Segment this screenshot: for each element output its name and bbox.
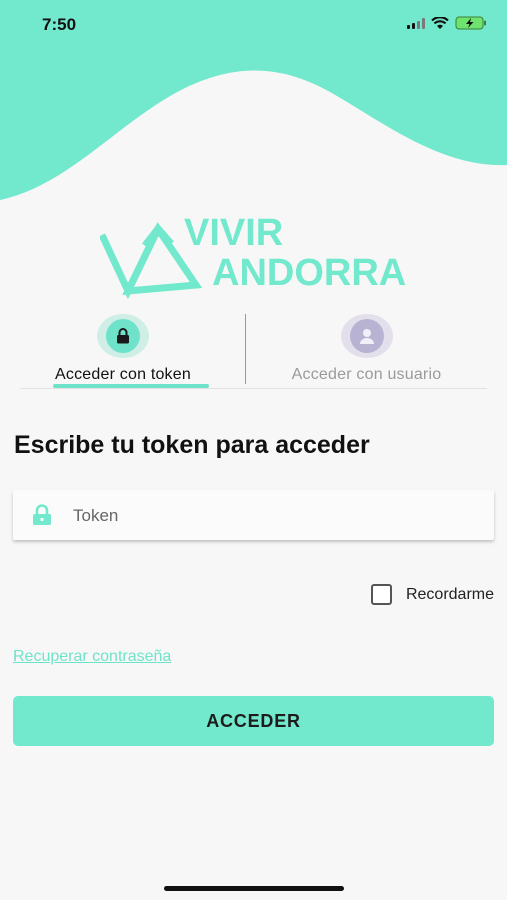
recover-password-link[interactable]: Recuperar contraseña [13,648,171,666]
svg-text:ANDORRA: ANDORRA [212,252,406,294]
tab-user-login[interactable]: Acceder con usuario [246,314,487,390]
token-input[interactable] [71,490,475,542]
tab-token-login[interactable]: Acceder con token [20,314,226,390]
remember-label: Recordarme [405,585,494,603]
user-tab-icon-badge [340,314,393,358]
tab-token-label: Acceder con token [55,366,191,383]
svg-text:VIVIR: VIVIR [184,212,283,254]
cellular-signal-icon [407,17,425,29]
tab-user-label: Acceder con usuario [291,366,442,383]
home-indicator[interactable] [164,886,344,891]
lock-icon [117,328,129,344]
status-bar: 7:50 [0,0,507,50]
remember-me[interactable]: Recordarme [370,584,494,605]
lock-icon [33,504,51,525]
battery-charging-icon [455,16,486,30]
remember-checkbox[interactable] [370,584,392,605]
status-time: 7:50 [42,15,77,34]
submit-button[interactable]: ACCEDER [13,696,494,746]
vivir-andorra-logo: VIVIR ANDORRA [100,212,406,300]
token-tab-icon-badge [97,314,149,358]
wifi-icon [431,16,449,29]
tabs-baseline [20,388,487,389]
token-field[interactable] [13,490,494,542]
page-heading: Escribe tu token para acceder [14,431,370,459]
user-icon [359,329,374,344]
login-mode-tabs: Acceder con token Acceder con usuario [20,314,487,390]
